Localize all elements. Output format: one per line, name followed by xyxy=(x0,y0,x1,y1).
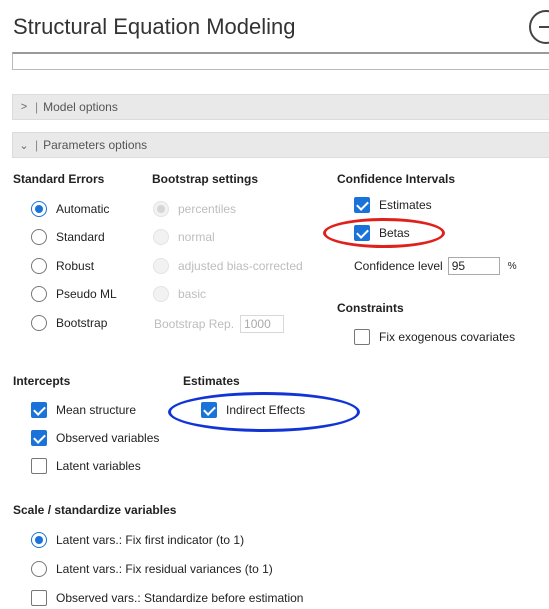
bootstrap-rep-input[interactable]: 1000 xyxy=(240,315,285,333)
close-icon[interactable] xyxy=(529,10,549,44)
observed-variables-checkbox[interactable]: Observed variables xyxy=(31,430,159,446)
bs-adjusted-bias-corrected-radio[interactable]: adjusted bias-corrected xyxy=(153,258,303,274)
checkbox-icon xyxy=(31,590,47,606)
confidence-intervals-heading: Confidence Intervals xyxy=(337,172,456,186)
confidence-level-input[interactable]: 95 xyxy=(447,257,500,275)
bs-basic-radio[interactable]: basic xyxy=(153,286,206,302)
radio-icon xyxy=(31,286,47,302)
se-bootstrap-radio[interactable]: Bootstrap xyxy=(31,315,107,331)
bootstrap-rep-row: Bootstrap Rep. 1000 xyxy=(154,315,285,333)
checkbox-checked-icon xyxy=(31,430,47,446)
confidence-level-row: Confidence level 95 % xyxy=(354,257,517,275)
section-label: Parameters options xyxy=(43,138,148,152)
scale-standardize-heading: Scale / standardize variables xyxy=(13,503,177,517)
radio-icon xyxy=(31,258,47,274)
fix-residual-variances-radio[interactable]: Latent vars.: Fix residual variances (to… xyxy=(31,561,273,577)
ci-estimates-checkbox[interactable]: Estimates xyxy=(354,197,432,213)
radio-icon xyxy=(153,229,169,245)
radio-selected-icon xyxy=(31,201,47,217)
intercepts-heading: Intercepts xyxy=(13,374,71,388)
radio-icon xyxy=(153,286,169,302)
bootstrap-rep-label: Bootstrap Rep. xyxy=(154,317,235,331)
radio-icon xyxy=(31,229,47,245)
standard-errors-heading: Standard Errors xyxy=(13,172,105,186)
page-title: Structural Equation Modeling xyxy=(13,14,296,39)
checkbox-checked-icon xyxy=(354,225,370,241)
checkbox-icon xyxy=(354,329,370,345)
model-options-section[interactable]: > | Model options xyxy=(12,94,549,120)
section-label: Model options xyxy=(43,100,118,114)
confidence-level-label: Confidence level xyxy=(354,259,443,273)
constraints-heading: Constraints xyxy=(337,301,404,315)
analysis-name-input[interactable] xyxy=(12,52,549,70)
estimates-heading: Estimates xyxy=(183,374,240,388)
ci-betas-checkbox[interactable]: Betas xyxy=(354,225,410,241)
checkbox-checked-icon xyxy=(354,197,370,213)
latent-variables-checkbox[interactable]: Latent variables xyxy=(31,458,141,474)
checkbox-checked-icon xyxy=(201,402,217,418)
fix-first-indicator-radio[interactable]: Latent vars.: Fix first indicator (to 1) xyxy=(31,532,244,548)
radio-icon xyxy=(153,258,169,274)
standardize-before-checkbox[interactable]: Observed vars.: Standardize before estim… xyxy=(31,590,303,606)
checkbox-checked-icon xyxy=(31,402,47,418)
se-pseudo-ml-radio[interactable]: Pseudo ML xyxy=(31,286,117,302)
parameters-options-section[interactable]: ⌄ | Parameters options xyxy=(12,132,549,158)
radio-icon xyxy=(31,561,47,577)
radio-selected-icon xyxy=(153,201,169,217)
bootstrap-settings-heading: Bootstrap settings xyxy=(152,172,259,186)
radio-selected-icon xyxy=(31,532,47,548)
chevron-down-icon: ⌄ xyxy=(19,139,29,152)
se-automatic-radio[interactable]: Automatic xyxy=(31,201,109,217)
chevron-right-icon: > xyxy=(20,101,28,113)
se-standard-radio[interactable]: Standard xyxy=(31,229,105,245)
bs-normal-radio[interactable]: normal xyxy=(153,229,215,245)
checkbox-icon xyxy=(31,458,47,474)
fix-exogenous-checkbox[interactable]: Fix exogenous covariates xyxy=(354,329,515,345)
indirect-effects-checkbox[interactable]: Indirect Effects xyxy=(201,402,305,418)
percent-unit: % xyxy=(507,260,517,272)
bs-percentiles-radio[interactable]: percentiles xyxy=(153,201,236,217)
radio-icon xyxy=(31,315,47,331)
se-robust-radio[interactable]: Robust xyxy=(31,258,94,274)
mean-structure-checkbox[interactable]: Mean structure xyxy=(31,402,136,418)
